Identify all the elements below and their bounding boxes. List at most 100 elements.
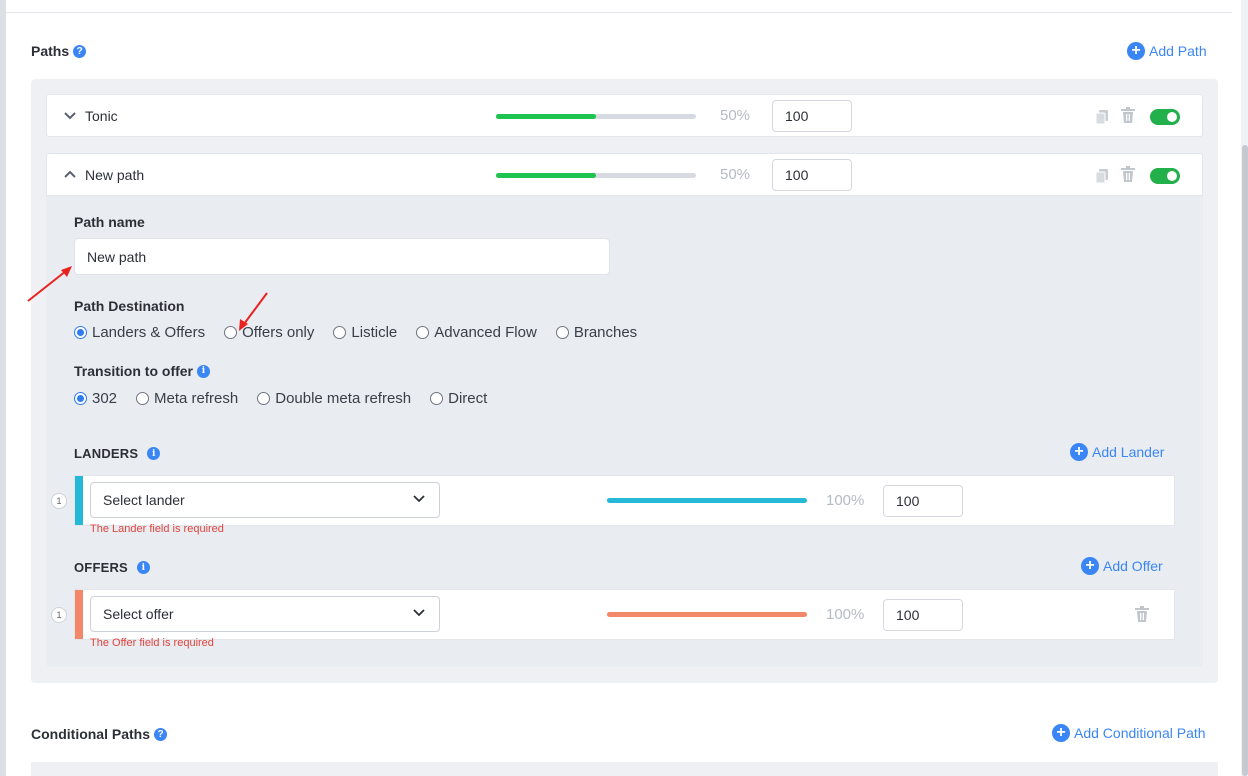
trash-icon[interactable] — [1121, 107, 1135, 123]
radio-label: Meta refresh — [154, 390, 239, 407]
info-icon[interactable]: i — [136, 561, 150, 574]
path-split-bar-fill — [496, 173, 596, 178]
radio-label: Landers & Offers — [92, 324, 206, 341]
lander-split-bar — [607, 498, 807, 503]
toggle-knob — [1167, 112, 1177, 122]
offer-error-message: The Offer field is required — [90, 637, 214, 649]
copy-icon[interactable] — [1096, 110, 1108, 124]
paths-section-title: Paths ? — [31, 43, 87, 59]
path-weight-input[interactable] — [772, 100, 852, 132]
offer-split-bar — [607, 612, 807, 617]
offer-weight-input[interactable] — [883, 599, 963, 631]
add-path-label: Add Path — [1149, 43, 1207, 59]
plus-circle-icon: + — [1127, 42, 1145, 60]
offer-index-badge: 1 — [51, 607, 67, 623]
path-row-tonic[interactable]: Tonic 50% — [46, 94, 1203, 137]
path-name: New path — [85, 167, 145, 183]
info-icon[interactable]: i — [197, 364, 210, 378]
destination-radio-group: Landers & Offers Offers only Listicle Ad… — [74, 324, 656, 341]
path-name-input[interactable] — [74, 238, 610, 275]
radio-advanced-flow[interactable]: Advanced Flow — [416, 324, 537, 341]
offer-select[interactable]: Select offer — [90, 596, 440, 632]
offers-heading: OFFERS i — [74, 560, 150, 575]
offer-split-bar-fill — [607, 612, 807, 617]
radio-label: Listicle — [351, 324, 398, 341]
offers-title: OFFERS — [74, 560, 128, 575]
lander-select[interactable]: Select lander — [90, 482, 440, 518]
plus-circle-icon: + — [1070, 443, 1088, 461]
trash-icon[interactable] — [1121, 166, 1135, 182]
help-circle-icon[interactable]: ? — [154, 727, 167, 741]
radio-label: Direct — [448, 390, 488, 407]
conditional-paths-title-text: Conditional Paths — [31, 726, 150, 742]
help-circle-icon[interactable]: ? — [73, 44, 87, 58]
toggle-knob — [1167, 171, 1177, 181]
radio-label: Double meta refresh — [275, 390, 412, 407]
radio-dot[interactable] — [333, 326, 347, 339]
chevron-down-icon — [413, 495, 425, 503]
path-split-bar-fill — [496, 114, 596, 119]
header-divider — [6, 12, 1232, 13]
radio-label: Branches — [573, 324, 638, 341]
radio-302[interactable]: 302 — [74, 390, 117, 407]
radio-dot[interactable] — [555, 326, 569, 339]
conditional-paths-title: Conditional Paths ? — [31, 726, 167, 742]
radio-landers-offers[interactable]: Landers & Offers — [74, 324, 205, 341]
offer-color-accent — [75, 590, 83, 639]
add-conditional-path-button[interactable]: + Add Conditional Path — [1052, 724, 1206, 742]
radio-dot[interactable] — [257, 392, 271, 405]
add-path-button[interactable]: + Add Path — [1127, 42, 1207, 60]
path-name: Tonic — [85, 108, 118, 124]
path-split-bar — [496, 173, 696, 178]
plus-circle-icon: + — [1052, 724, 1070, 742]
chevron-up-icon[interactable] — [63, 167, 77, 181]
conditional-paths-panel — [31, 762, 1218, 776]
scrollbar-thumb[interactable] — [1242, 145, 1248, 776]
trash-icon[interactable] — [1135, 606, 1149, 622]
radio-dot[interactable] — [74, 392, 87, 405]
lander-error-message: The Lander field is required — [90, 523, 224, 535]
annotation-arrow-icon — [27, 266, 72, 302]
path-name-label: Path name — [74, 214, 145, 230]
path-split-bar — [496, 114, 696, 119]
radio-dot[interactable] — [416, 326, 430, 339]
transition-radio-group: 302 Meta refresh Double meta refresh Dir… — [74, 390, 506, 407]
path-enabled-toggle[interactable] — [1150, 109, 1180, 125]
lander-index-badge: 1 — [51, 493, 67, 509]
path-percent: 50% — [720, 107, 751, 124]
transition-label: Transition to offer i — [74, 363, 210, 379]
path-weight-input[interactable] — [772, 159, 852, 191]
info-icon[interactable]: i — [147, 447, 161, 460]
transition-label-text: Transition to offer — [74, 363, 193, 379]
window-left-edge — [0, 0, 6, 776]
add-offer-button[interactable]: + Add Offer — [1081, 557, 1163, 575]
copy-icon[interactable] — [1096, 169, 1108, 183]
chevron-down-icon — [413, 609, 425, 617]
add-conditional-path-label: Add Conditional Path — [1074, 725, 1206, 741]
add-lander-button[interactable]: + Add Lander — [1070, 443, 1164, 461]
lander-split-bar-fill — [607, 498, 807, 503]
radio-double-meta-refresh[interactable]: Double meta refresh — [257, 390, 411, 407]
add-lander-label: Add Lander — [1092, 444, 1165, 460]
lander-weight-input[interactable] — [883, 485, 963, 517]
path-percent: 50% — [720, 166, 751, 183]
offer-percent: 100% — [826, 606, 865, 623]
radio-dot[interactable] — [136, 392, 150, 405]
radio-label: 302 — [92, 390, 118, 407]
radio-listicle[interactable]: Listicle — [333, 324, 397, 341]
landers-title: LANDERS — [74, 446, 139, 461]
radio-label: Advanced Flow — [434, 324, 537, 341]
annotation-arrow-icon — [239, 292, 268, 331]
path-row-new-path[interactable]: New path 50% — [46, 153, 1203, 196]
plus-circle-icon: + — [1081, 557, 1099, 575]
landers-heading: LANDERS i — [74, 446, 161, 461]
chevron-down-icon[interactable] — [63, 108, 77, 122]
radio-meta-refresh[interactable]: Meta refresh — [136, 390, 238, 407]
radio-dot[interactable] — [430, 392, 444, 405]
radio-branches[interactable]: Branches — [555, 324, 638, 341]
radio-direct[interactable]: Direct — [430, 390, 487, 407]
lander-percent: 100% — [826, 492, 865, 509]
path-enabled-toggle[interactable] — [1150, 168, 1180, 184]
lander-color-accent — [75, 476, 83, 525]
radio-dot[interactable] — [74, 326, 87, 339]
